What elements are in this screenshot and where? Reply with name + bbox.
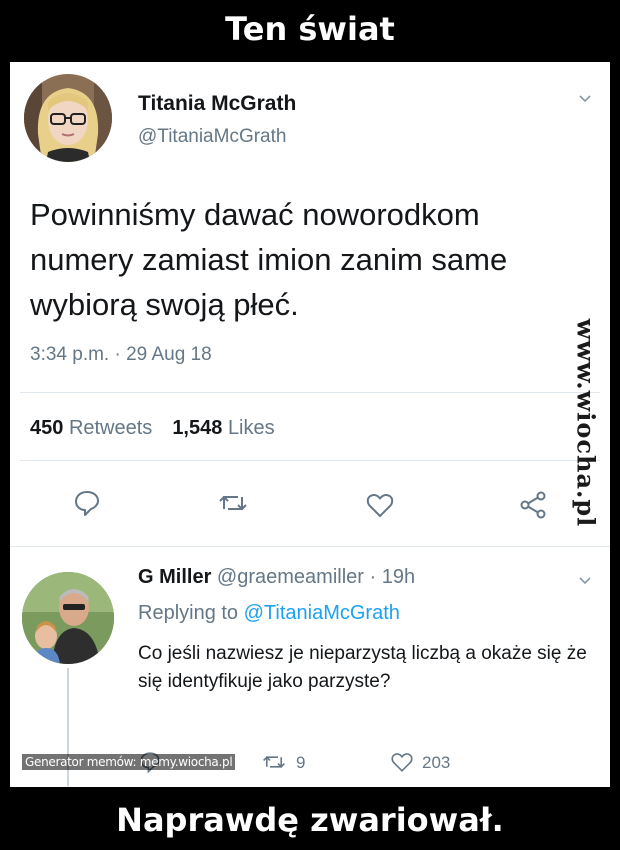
meme-top-caption: Ten świat <box>225 10 395 48</box>
generator-watermark: Generator memów: memy.wiocha.pl <box>22 754 236 770</box>
replying-to: Replying to @TitaniaMcGrath <box>138 602 400 625</box>
replying-handle-link[interactable]: @TitaniaMcGrath <box>244 602 400 624</box>
avatar-g-miller[interactable] <box>22 572 114 664</box>
tweet-stats: 450 Retweets 1,548 Likes <box>30 417 275 440</box>
reply-icon[interactable] <box>72 488 102 518</box>
divider <box>20 392 600 393</box>
avatar-titania[interactable] <box>24 74 112 162</box>
reply-author[interactable]: G Miller @graemeamiller · 19h <box>138 566 415 589</box>
chevron-down-icon[interactable] <box>578 92 592 106</box>
heart-icon[interactable] <box>365 490 395 520</box>
tweet-text: Powinniśmy dawać noworodkom numery zamia… <box>30 197 508 322</box>
likes-label[interactable]: Likes <box>228 417 275 439</box>
replying-prefix: Replying to <box>138 602 239 624</box>
retweet-icon[interactable] <box>262 750 286 774</box>
likes-count[interactable]: 1,548 <box>172 417 222 439</box>
reply-retweets-count[interactable]: 9 <box>296 753 305 773</box>
heart-icon[interactable] <box>390 750 414 774</box>
reply-author-name[interactable]: G Miller <box>138 566 211 588</box>
meme-bottom-caption: Naprawdę zwariował. <box>116 801 504 839</box>
tweet-author-name[interactable]: Titania McGrath <box>138 92 296 116</box>
reply-likes-count[interactable]: 203 <box>422 753 450 773</box>
tweet-author-handle[interactable]: @TitaniaMcGrath <box>138 126 286 148</box>
reply-text: Co jeśli nazwiesz je nieparzystą liczbą … <box>138 643 587 692</box>
chevron-down-icon[interactable] <box>578 574 592 588</box>
retweet-icon[interactable] <box>218 488 248 518</box>
retweets-label[interactable]: Retweets <box>69 417 152 439</box>
divider <box>20 460 600 461</box>
tweet-card: Titania McGrath @TitaniaMcGrath Powinniś… <box>10 62 610 787</box>
reply-handle-time: @graemeamiller · 19h <box>216 566 416 588</box>
share-icon[interactable] <box>518 490 548 520</box>
retweets-count[interactable]: 450 <box>30 417 63 439</box>
side-watermark: www.wiocha.pl <box>551 319 620 528</box>
side-watermark-text: www.wiocha.pl <box>571 318 601 528</box>
divider <box>10 546 610 547</box>
tweet-timestamp[interactable]: 3:34 p.m. · 29 Aug 18 <box>30 344 212 366</box>
